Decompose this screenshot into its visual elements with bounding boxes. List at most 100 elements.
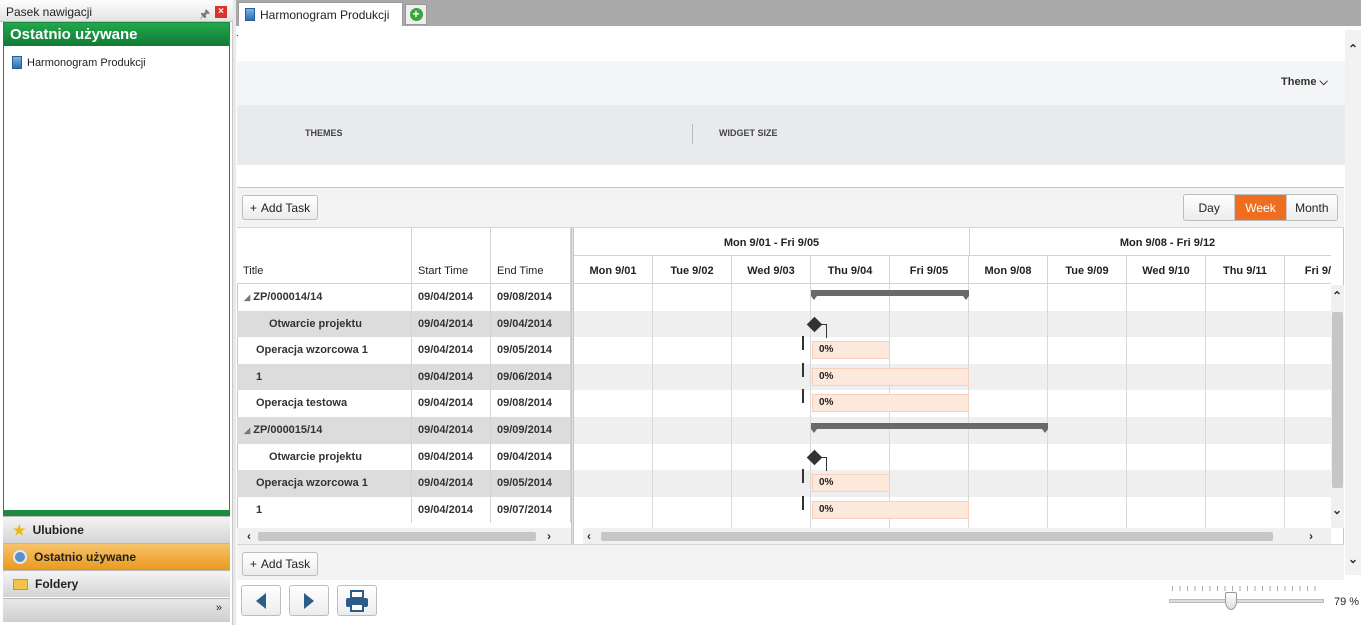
print-button[interactable] <box>337 585 377 616</box>
zoom-ticks <box>1172 586 1322 591</box>
tab-harmonogram[interactable]: Harmonogram Produkcji <box>238 2 403 26</box>
nav-button-recent[interactable]: Ostatnio używane <box>3 543 230 570</box>
theme-bar <box>237 61 1345 105</box>
next-button[interactable] <box>289 585 329 616</box>
column-header-end[interactable]: End Time <box>491 228 571 284</box>
cell-title: Operacja testowa <box>237 390 412 417</box>
scroll-down-icon[interactable]: ⌄ <box>1332 503 1342 517</box>
recent-item-label: Harmonogram Produkcji <box>27 56 146 69</box>
table-row[interactable]: 1 09/04/2014 09/07/2014 <box>237 496 571 524</box>
cell-start: 09/04/2014 <box>412 284 491 311</box>
day-header: Mon 9/08 <box>969 256 1048 284</box>
plus-icon: + <box>249 557 257 571</box>
cell-end: 09/05/2014 <box>491 337 571 364</box>
scroll-up-icon[interactable]: ⌃ <box>1332 289 1342 303</box>
scroll-left-icon[interactable]: ‹ <box>587 529 591 543</box>
day-header: Fri 9/12 <box>1285 256 1331 284</box>
task-title: ZP/000015/14 <box>253 424 323 436</box>
table-row[interactable]: Operacja testowa 09/04/2014 09/08/2014 <box>237 390 571 417</box>
day-gridline <box>1284 284 1285 528</box>
day-header: Thu 9/11 <box>1206 256 1285 284</box>
table-row[interactable]: Operacja wzorcowa 1 09/04/2014 09/05/2014 <box>237 337 571 364</box>
table-row[interactable]: Otwarcie projektu 09/04/2014 09/04/2014 <box>237 443 571 471</box>
view-switcher: Day Week Month <box>1183 194 1338 221</box>
table-row[interactable]: 1 09/04/2014 09/06/2014 <box>237 363 571 391</box>
day-header: Thu 9/04 <box>811 256 890 284</box>
recent-item-harmonogram[interactable]: Harmonogram Produkcji <box>12 56 146 69</box>
task-bar[interactable]: 0% <box>812 341 890 360</box>
add-task-button-footer[interactable]: + Add Task <box>242 552 318 576</box>
dependency-line <box>821 323 827 338</box>
scroll-left-icon[interactable]: ‹ <box>247 529 251 543</box>
cell-start: 09/04/2014 <box>412 496 491 524</box>
collapse-icon[interactable]: ◢ <box>244 293 250 302</box>
add-task-label: Add Task <box>260 557 311 571</box>
table-row[interactable]: Operacja wzorcowa 1 09/04/2014 09/05/2014 <box>237 470 571 497</box>
zoom-slider[interactable] <box>1169 599 1324 603</box>
collapse-icon[interactable]: ◢ <box>244 426 250 435</box>
page-scrollbar[interactable]: ⌃ ⌄ <box>1345 30 1361 575</box>
summary-bar[interactable] <box>811 290 969 300</box>
table-row[interactable]: Otwarcie projektu 09/04/2014 09/04/2014 <box>237 310 571 338</box>
cell-end: 09/08/2014 <box>491 390 571 417</box>
nav-button-label: Ostatnio używane <box>34 550 137 564</box>
table-row[interactable]: ◢ ZP/000015/14 09/04/2014 09/09/2014 <box>237 417 571 444</box>
timeline: Mon 9/01 - Fri 9/05 Mon 9/08 - Fri 9/12 … <box>574 228 1331 528</box>
task-bar[interactable]: 0% <box>812 500 969 519</box>
timeline-row <box>574 470 1331 497</box>
task-bar[interactable]: 0% <box>812 394 969 413</box>
view-week-button[interactable]: Week <box>1235 195 1287 220</box>
nav-button-folders[interactable]: Foldery <box>3 570 230 597</box>
day-gridline <box>1126 284 1127 528</box>
zoom-slider-thumb[interactable] <box>1225 592 1237 610</box>
grid-hscroll-thumb[interactable] <box>258 532 536 541</box>
close-icon[interactable]: × <box>215 6 227 18</box>
themes-label: THEMES <box>305 128 343 138</box>
cell-start: 09/04/2014 <box>412 310 491 338</box>
theme-dropdown[interactable]: Theme ⌵ <box>1281 76 1328 89</box>
timeline-hscroll-thumb[interactable] <box>601 532 1273 541</box>
task-title: Operacja wzorcowa 1 <box>256 344 368 357</box>
task-bar[interactable]: 0% <box>812 474 890 493</box>
cell-start: 09/04/2014 <box>412 443 491 471</box>
day-header: Wed 9/10 <box>1127 256 1206 284</box>
cell-end: 09/05/2014 <box>491 470 571 497</box>
document-icon <box>245 8 255 21</box>
view-day-button[interactable]: Day <box>1184 195 1236 220</box>
chevron-down-icon: ⌵ <box>1319 76 1328 88</box>
add-task-button[interactable]: + Add Task <box>242 195 318 220</box>
nav-button-label: Foldery <box>35 577 79 591</box>
nav-button-favorites[interactable]: ★ Ulubione <box>3 516 230 543</box>
view-month-button[interactable]: Month <box>1286 195 1337 220</box>
scroll-right-icon[interactable]: › <box>547 529 551 543</box>
scroll-right-icon[interactable]: › <box>1309 529 1313 543</box>
dependency-line <box>802 362 804 377</box>
timeline-row <box>574 444 1331 471</box>
summary-bar[interactable] <box>811 423 1048 433</box>
previous-button[interactable] <box>241 585 281 616</box>
cell-end: 09/04/2014 <box>491 310 571 338</box>
table-row[interactable]: ◢ ZP/000014/14 09/04/2014 09/08/2014 <box>237 284 571 311</box>
gantt-vscroll-thumb[interactable] <box>1332 312 1343 488</box>
scroll-up-icon[interactable]: ⌃ <box>1348 42 1358 56</box>
panel-splitter[interactable] <box>3 510 230 515</box>
plus-icon: + <box>249 200 257 215</box>
task-bar[interactable]: 0% <box>812 367 969 386</box>
cell-start: 09/04/2014 <box>412 390 491 417</box>
cell-end: 09/07/2014 <box>491 496 571 524</box>
cell-title: Operacja wzorcowa 1 <box>237 337 412 364</box>
add-tab-button[interactable]: + <box>405 4 427 25</box>
cell-title: 1 <box>237 363 412 391</box>
column-header-title[interactable]: Title <box>237 228 412 284</box>
star-icon: ★ <box>13 521 26 538</box>
more-buttons-chevron-icon[interactable]: » <box>3 598 230 622</box>
day-gridline <box>731 284 732 528</box>
column-header-start[interactable]: Start Time <box>412 228 491 284</box>
task-title: Otwarcie projektu <box>269 450 362 463</box>
widget-settings-bar <box>237 105 1345 165</box>
scroll-down-icon[interactable]: ⌄ <box>1348 552 1358 566</box>
theme-label: Theme <box>1281 76 1317 88</box>
cell-title: Operacja wzorcowa 1 <box>237 470 412 497</box>
day-header: Fri 9/05 <box>890 256 969 284</box>
timeline-row <box>574 284 1331 311</box>
